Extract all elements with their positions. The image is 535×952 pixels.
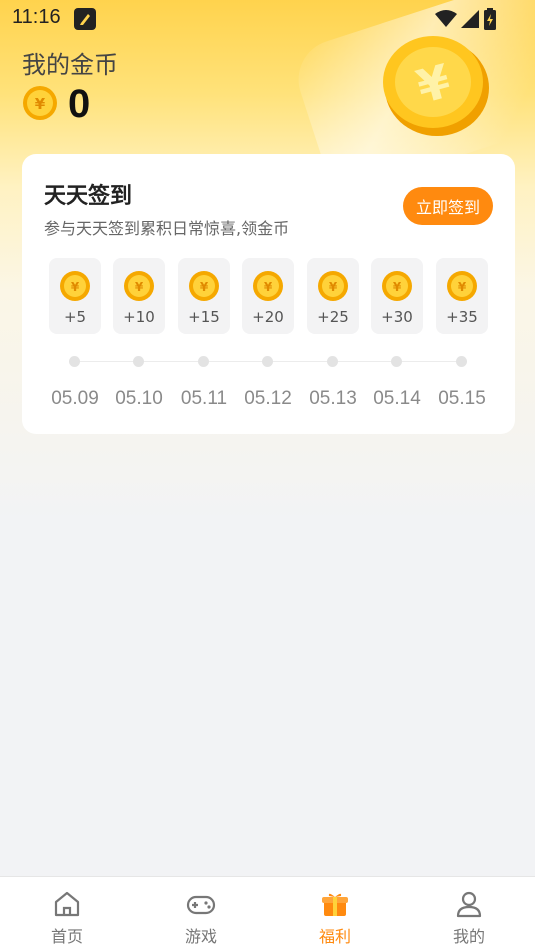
- reward-amount: +25: [317, 308, 349, 326]
- coin-count: 0: [68, 82, 91, 126]
- user-icon: [454, 889, 484, 919]
- coin-icon: ¥: [252, 270, 284, 306]
- reward-amount: +10: [123, 308, 155, 326]
- reward-amount: +15: [188, 308, 220, 326]
- svg-text:¥: ¥: [200, 280, 209, 294]
- reward-amount: +35: [446, 308, 478, 326]
- day-reward-tile[interactable]: ¥ +15: [178, 258, 230, 334]
- gamepad-icon: [186, 889, 216, 919]
- tab-label: 首页: [50, 927, 83, 946]
- edit-notification-icon: [74, 8, 96, 30]
- svg-text:¥: ¥: [393, 280, 402, 294]
- progress-dot: [69, 356, 80, 367]
- svg-text:¥: ¥: [35, 95, 46, 113]
- progress-dot: [456, 356, 467, 367]
- svg-text:¥: ¥: [264, 280, 273, 294]
- checkin-title: 天天签到: [44, 184, 133, 209]
- bottom-tab-bar: 首页 游戏 福利 我的: [0, 876, 535, 952]
- checkin-date: 05.15: [438, 388, 486, 409]
- big-coin-icon: ¥: [375, 30, 495, 144]
- status-time: 11:16: [12, 6, 61, 28]
- sign-in-button[interactable]: 立即签到: [403, 187, 493, 225]
- reward-amount: +30: [381, 308, 413, 326]
- coin-icon: ¥: [317, 270, 349, 306]
- progress-dot: [262, 356, 273, 367]
- checkin-subtitle: 参与天天签到累积日常惊喜,领金币: [44, 219, 290, 238]
- page-title: 我的金币: [22, 51, 118, 79]
- tab-label: 游戏: [184, 927, 217, 946]
- coin-balance: ¥ 0: [22, 82, 90, 127]
- day-reward-tile[interactable]: ¥ +30: [371, 258, 423, 334]
- home-icon: [52, 889, 82, 919]
- tab-label: 福利: [318, 927, 351, 946]
- svg-text:¥: ¥: [329, 280, 338, 294]
- day-reward-tile[interactable]: ¥ +35: [436, 258, 488, 334]
- coin-icon: ¥: [59, 270, 91, 306]
- progress-dot: [391, 356, 402, 367]
- signal-icon: [461, 10, 479, 32]
- day-reward-tile[interactable]: ¥ +10: [113, 258, 165, 334]
- checkin-date: 05.10: [115, 388, 163, 409]
- tab-home[interactable]: 首页: [0, 877, 134, 952]
- svg-text:¥: ¥: [458, 280, 467, 294]
- svg-text:¥: ¥: [71, 280, 80, 294]
- progress-dot: [133, 356, 144, 367]
- svg-text:¥: ¥: [135, 280, 144, 294]
- progress-dot: [198, 356, 209, 367]
- reward-amount: +20: [252, 308, 284, 326]
- tab-games[interactable]: 游戏: [134, 877, 268, 952]
- gift-icon: [320, 889, 350, 919]
- wifi-icon: [435, 10, 457, 32]
- coin-icon: ¥: [22, 85, 58, 125]
- coin-icon: ¥: [446, 270, 478, 306]
- checkin-date: 05.11: [180, 388, 228, 409]
- day-reward-tile[interactable]: ¥ +20: [242, 258, 294, 334]
- coin-icon: ¥: [123, 270, 155, 306]
- tab-welfare[interactable]: 福利: [268, 877, 402, 952]
- coin-icon: ¥: [381, 270, 413, 306]
- coin-icon: ¥: [188, 270, 220, 306]
- checkin-date: 05.14: [373, 388, 421, 409]
- progress-dot: [327, 356, 338, 367]
- checkin-date: 05.13: [309, 388, 357, 409]
- checkin-date: 05.12: [244, 388, 292, 409]
- reward-amount: +5: [63, 308, 87, 326]
- day-reward-tile[interactable]: ¥ +5: [49, 258, 101, 334]
- checkin-card: 天天签到 参与天天签到累积日常惊喜,领金币 立即签到 ¥ +5 ¥ +10 ¥ …: [22, 154, 515, 434]
- tab-label: 我的: [452, 927, 485, 946]
- day-reward-tile[interactable]: ¥ +25: [307, 258, 359, 334]
- checkin-date: 05.09: [51, 388, 99, 409]
- tab-mine[interactable]: 我的: [402, 877, 535, 952]
